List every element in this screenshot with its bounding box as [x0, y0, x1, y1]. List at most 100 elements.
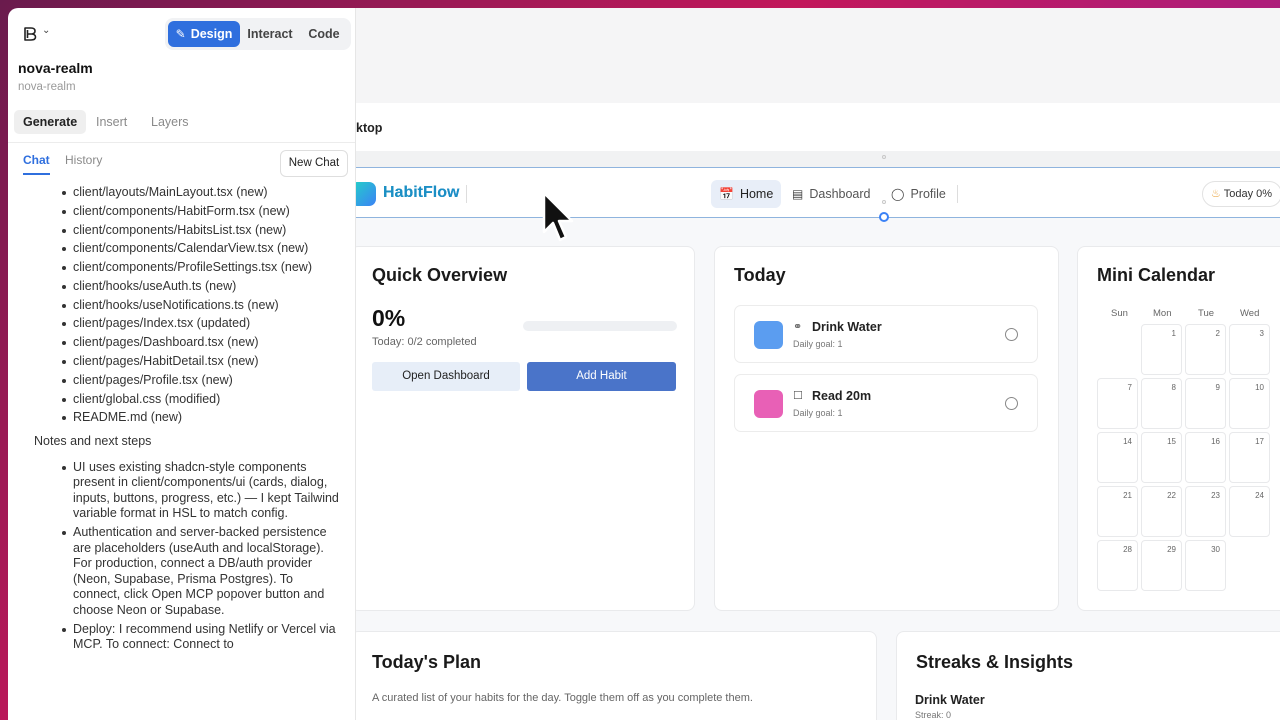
list-item: client/global.css (modified) [8, 392, 355, 408]
habit-item[interactable]: ⚭ Drink Water Daily goal: 1 [734, 305, 1038, 363]
design-canvas[interactable]: ktop HabitFlow 📅 Home ▤ Dashboard ◯ Profile… [356, 8, 1280, 720]
interact-mode-button[interactable]: Interact [243, 21, 297, 47]
list-item: client/pages/HabitDetail.tsx (new) [8, 354, 355, 370]
calendar-day[interactable]: 28 [1097, 540, 1138, 591]
today-card: Today ⚭ Drink Water Daily goal: 1 ☐ Read… [714, 246, 1059, 611]
progress-bar [523, 321, 677, 331]
user-icon: ◯ [891, 187, 905, 201]
calendar-day[interactable]: 17 [1229, 432, 1270, 483]
add-habit-button[interactable]: Add Habit [527, 362, 676, 391]
nav-profile[interactable]: ◯ Profile [883, 180, 954, 208]
list-item: client/pages/Index.tsx (updated) [8, 316, 355, 332]
nav-home[interactable]: 📅 Home [711, 180, 782, 208]
weekday-label: Tue [1198, 308, 1215, 319]
list-item: client/components/ProfileSettings.tsx (n… [8, 260, 355, 276]
list-item: client/pages/Profile.tsx (new) [8, 373, 355, 389]
calendar-day[interactable]: 1 [1141, 324, 1182, 375]
habit-item[interactable]: ☐ Read 20m Daily goal: 1 [734, 374, 1038, 432]
calendar-day[interactable]: 8 [1141, 378, 1182, 429]
card-title: Mini Calendar [1097, 265, 1216, 285]
calendar-day[interactable]: 22 [1141, 486, 1182, 537]
open-dashboard-button[interactable]: Open Dashboard [372, 362, 520, 391]
frame-header [356, 103, 1280, 151]
resize-handle[interactable] [879, 212, 889, 222]
calendar-day[interactable]: 15 [1141, 432, 1182, 483]
calendar-day[interactable]: 30 [1185, 540, 1226, 591]
weekday-label: Wed [1240, 308, 1260, 319]
habit-goal: Daily goal: 1 [793, 408, 843, 418]
mouse-cursor-icon [542, 191, 574, 242]
today-progress-pill: ♨ Today 0% [1202, 181, 1280, 207]
habit-toggle[interactable] [1005, 397, 1018, 410]
frame-gap [356, 151, 1280, 167]
builder-logo-icon[interactable] [22, 26, 38, 42]
day-number: 16 [1211, 437, 1220, 446]
list-item: client/components/HabitsList.tsx (new) [8, 223, 355, 239]
card-title: Streaks & Insights [916, 652, 1074, 672]
day-number: 29 [1167, 545, 1176, 554]
calendar-icon: 📅 [719, 187, 734, 201]
calendar-day[interactable]: 9 [1185, 378, 1226, 429]
chat-messages[interactable]: client/layouts/MainLayout.tsx (new) clie… [8, 183, 355, 720]
list-item: README.md (new) [8, 410, 355, 426]
list-item: Deploy: I recommend using Netlify or Ver… [8, 622, 355, 653]
brand-name[interactable]: HabitFlow [383, 184, 459, 202]
app-header[interactable]: HabitFlow 📅 Home ▤ Dashboard ◯ Profile ♨ To… [356, 168, 1280, 218]
tab-insert[interactable]: Insert [87, 110, 136, 134]
today-pill-label: Today 0% [1223, 188, 1273, 200]
frame-label: ktop [356, 121, 383, 135]
calendar-day[interactable]: 2 [1185, 324, 1226, 375]
card-title: Quick Overview [372, 265, 508, 285]
calendar-day[interactable]: 16 [1185, 432, 1226, 483]
card-subtitle: A curated list of your habits for the da… [372, 692, 753, 704]
design-mode-label: Design [190, 27, 233, 41]
progress-percent: 0% [372, 305, 406, 331]
calendar-day[interactable]: 10 [1229, 378, 1270, 429]
day-number: 10 [1255, 383, 1264, 392]
tab-layers[interactable]: Layers [142, 110, 198, 134]
nav-label: Profile [910, 187, 946, 201]
flame-icon: ♨ [1211, 188, 1221, 200]
list-item: client/pages/Dashboard.tsx (new) [8, 335, 355, 351]
day-number: 17 [1255, 437, 1264, 446]
calendar-day[interactable]: 23 [1185, 486, 1226, 537]
list-item: client/components/HabitForm.tsx (new) [8, 204, 355, 220]
design-mode-button[interactable]: ✎ Design [168, 21, 240, 47]
calendar-day[interactable]: 21 [1097, 486, 1138, 537]
day-number: 21 [1123, 491, 1132, 500]
chevron-down-icon[interactable]: ⌄ [42, 25, 50, 36]
app-preview: HabitFlow 📅 Home ▤ Dashboard ◯ Profile ♨ To… [356, 167, 1280, 720]
resize-dot [882, 200, 886, 204]
habit-toggle[interactable] [1005, 328, 1018, 341]
bar-chart-icon: ▤ [792, 187, 804, 201]
nav-label: Dashboard [809, 187, 871, 201]
active-tab-indicator [23, 173, 50, 175]
code-mode-button[interactable]: Code [301, 21, 347, 47]
habit-color-swatch [754, 390, 783, 418]
tab-generate[interactable]: Generate [14, 110, 87, 134]
day-number: 3 [1259, 329, 1264, 338]
calendar-day[interactable]: 14 [1097, 432, 1138, 483]
tab-chat[interactable]: Chat [23, 153, 50, 167]
calendar-day[interactable]: 24 [1229, 486, 1270, 537]
notes-list: UI uses existing shadcn-style components… [8, 460, 355, 653]
list-item: client/layouts/MainLayout.tsx (new) [8, 185, 355, 201]
mini-calendar-card: Mini Calendar Sun Mon Tue Wed 1 2 3 7 8 … [1077, 246, 1280, 611]
divider [466, 185, 467, 203]
habit-color-swatch [754, 321, 783, 349]
tab-history[interactable]: History [65, 153, 102, 167]
day-number: 8 [1171, 383, 1176, 392]
divider [8, 142, 355, 143]
calendar-day[interactable]: 3 [1229, 324, 1270, 375]
canvas-background [356, 8, 1280, 103]
calendar-day[interactable]: 7 [1097, 378, 1138, 429]
notes-heading: Notes and next steps [34, 433, 152, 448]
list-item: Authentication and server-backed persist… [8, 525, 355, 619]
day-number: 28 [1123, 545, 1132, 554]
streaks-card: Streaks & Insights Drink Water Streak: 0 [896, 631, 1280, 720]
nav-dashboard[interactable]: ▤ Dashboard [784, 180, 879, 208]
calendar-day[interactable]: 29 [1141, 540, 1182, 591]
weekday-label: Mon [1153, 308, 1172, 319]
day-number: 15 [1167, 437, 1176, 446]
new-chat-button[interactable]: New Chat [280, 150, 348, 177]
